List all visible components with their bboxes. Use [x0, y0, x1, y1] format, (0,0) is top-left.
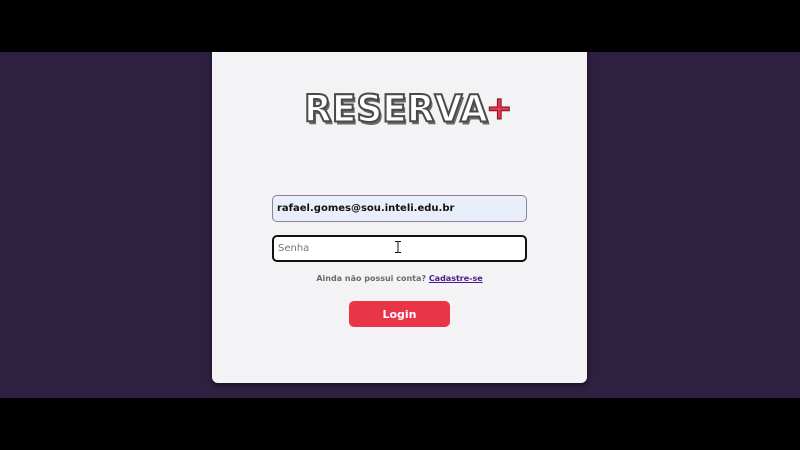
email-field[interactable]	[272, 195, 527, 222]
letterbox-top	[0, 0, 800, 52]
page-background: RESERVA + Ainda não possui conta? Cadast…	[0, 52, 800, 398]
signup-prompt-text: Ainda não possui conta?	[316, 274, 427, 283]
signup-link[interactable]: Cadastre-se	[429, 274, 483, 283]
password-field[interactable]	[272, 235, 527, 262]
logo-text: RESERVA	[303, 87, 489, 131]
signup-prompt: Ainda não possui conta? Cadastre-se	[212, 274, 587, 283]
plus-icon: +	[485, 89, 513, 128]
login-card: RESERVA + Ainda não possui conta? Cadast…	[212, 52, 587, 383]
login-button[interactable]: Login	[349, 301, 450, 327]
letterbox-bottom	[0, 398, 800, 450]
app-logo: RESERVA +	[303, 87, 513, 131]
